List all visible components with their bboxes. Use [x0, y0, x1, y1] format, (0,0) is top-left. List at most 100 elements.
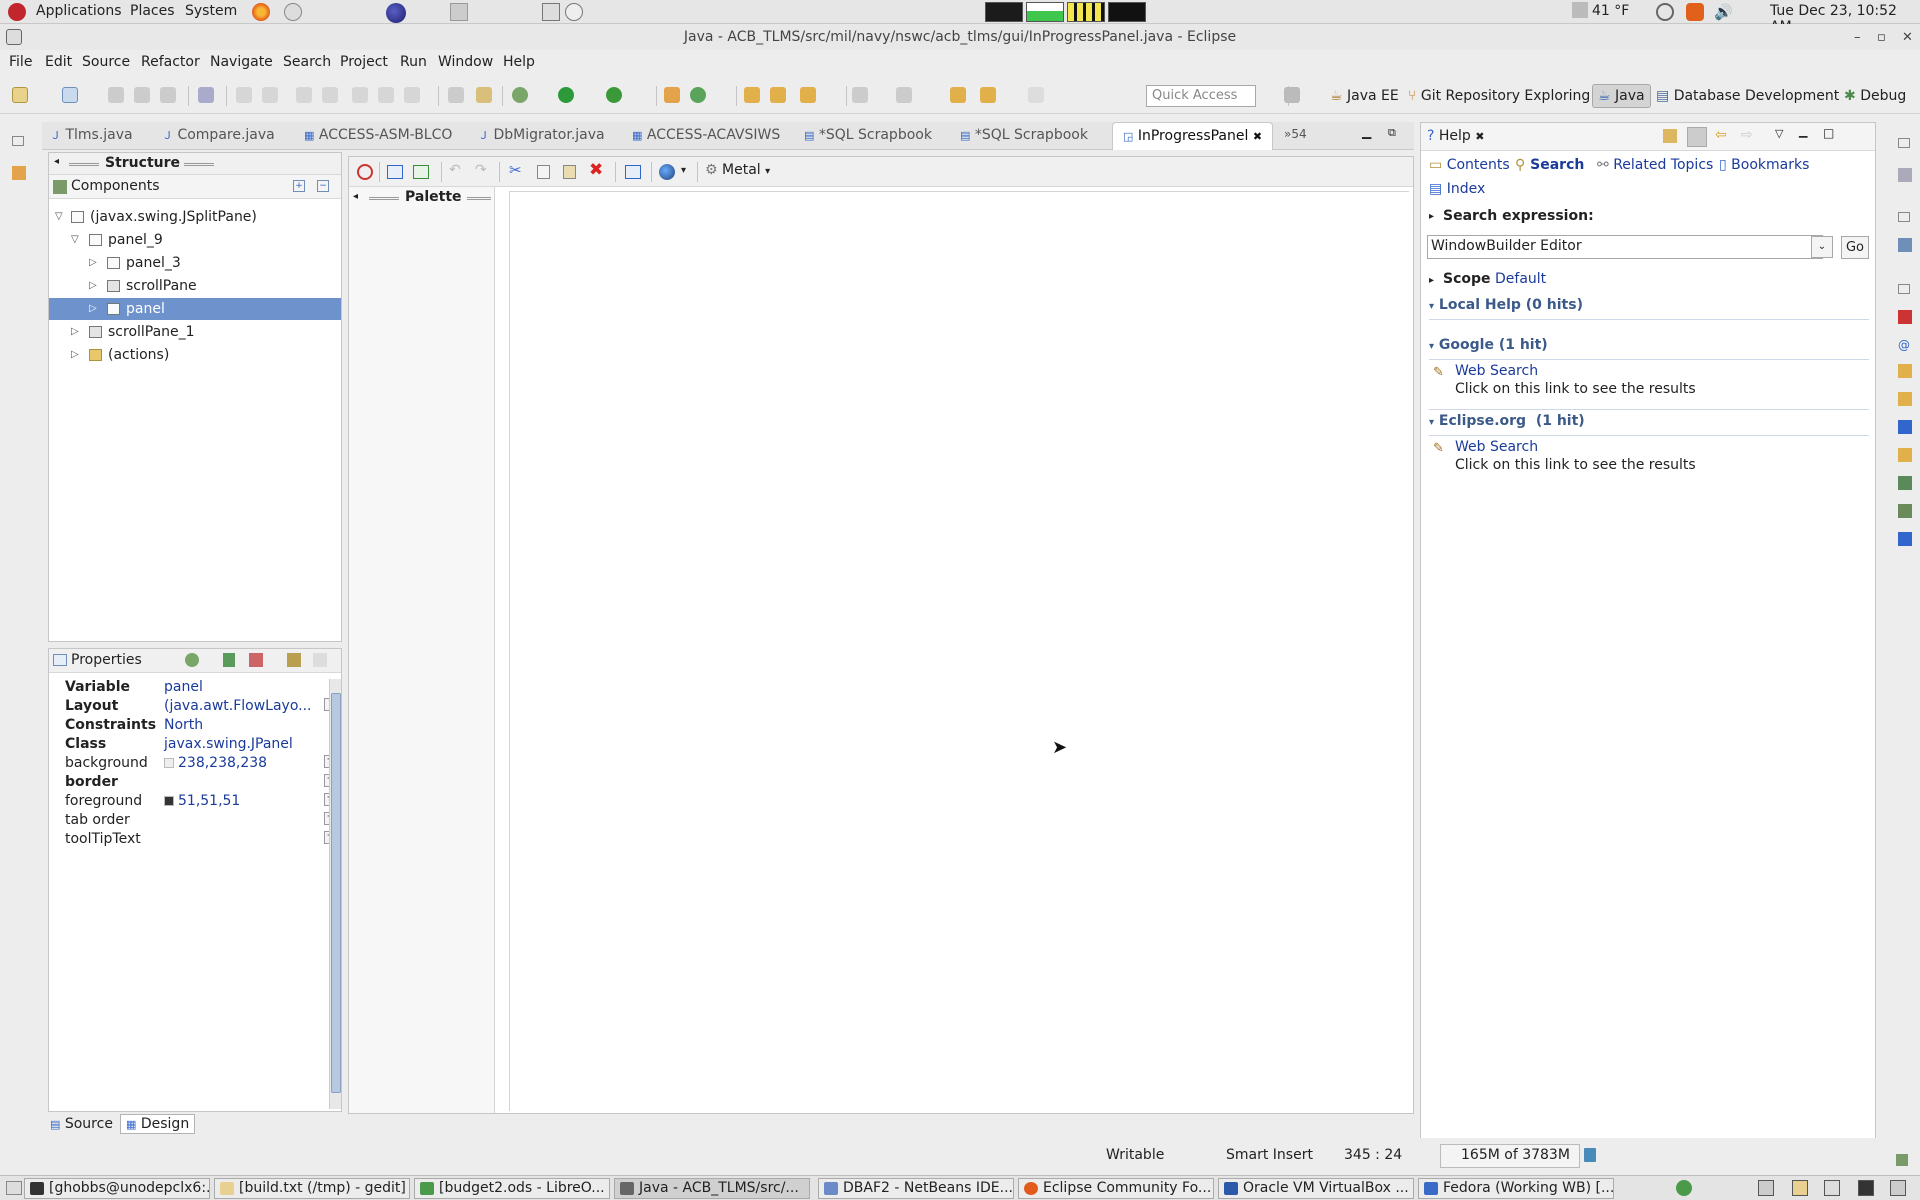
eclipse-launcher-icon[interactable] — [386, 3, 406, 23]
properties-scroll-thumb[interactable] — [331, 693, 341, 1093]
help-tab[interactable]: ? Help ✖ — [1427, 128, 1484, 144]
workspace-1[interactable] — [985, 2, 1023, 22]
task-terminal[interactable]: [ghobbs@unodepclx6:... — [24, 1178, 210, 1199]
menu-refactor[interactable]: Refactor — [141, 54, 200, 70]
applications-menu[interactable]: Applications — [36, 3, 122, 19]
eclipse-web-search-link[interactable]: Web Search — [1455, 439, 1538, 455]
tray-icon-3[interactable] — [1824, 1180, 1840, 1196]
perspective-debug[interactable]: ✱ Debug — [1844, 88, 1906, 104]
scope-default-link[interactable]: Default — [1495, 271, 1546, 287]
google-web-search-link[interactable]: Web Search — [1455, 363, 1538, 379]
cut-icon[interactable]: ✂ — [509, 161, 522, 179]
places-menu[interactable]: Places — [130, 3, 175, 19]
restore-icon[interactable] — [12, 136, 24, 146]
tab-access-acavsiws[interactable]: ▦ ACCESS-ACAVSIWS — [632, 127, 780, 143]
next-annotation-icon[interactable] — [852, 87, 868, 103]
tab-dbmigrator-java[interactable]: Ｊ DbMigrator.java — [478, 127, 605, 143]
collapse-all-icon[interactable]: − — [317, 180, 329, 192]
tab-order-icon[interactable] — [625, 165, 641, 179]
tray-icon-5[interactable] — [1890, 1180, 1906, 1196]
garbage-collect-icon[interactable] — [1584, 1148, 1596, 1162]
task-virtualbox[interactable]: Oracle VM VirtualBox ... — [1218, 1178, 1414, 1199]
property-constraints[interactable]: Constraints North — [65, 717, 335, 736]
tree-item-panel-9[interactable]: ▽ panel_9 — [49, 229, 341, 251]
menu-file[interactable]: File — [9, 54, 32, 70]
tray-icon-4[interactable] — [1858, 1180, 1874, 1196]
save-icon[interactable] — [108, 87, 124, 103]
menu-help[interactable]: Help — [503, 54, 535, 70]
minimize-help-icon[interactable]: ▁ — [1799, 125, 1807, 138]
task-libreoffice[interactable]: [budget2.ods - LibreO... — [414, 1178, 610, 1199]
search-history-dropdown[interactable]: ⌄ — [1811, 236, 1833, 258]
declaration-icon[interactable] — [1898, 364, 1912, 378]
screenshot-icon[interactable] — [542, 3, 560, 21]
property-background[interactable]: background238,238,238··· — [65, 755, 338, 774]
tab-sql-scrapbook-2[interactable]: ▤ *SQL Scrapbook — [960, 127, 1088, 143]
minimize-window-icon[interactable]: – — [1854, 30, 1861, 45]
mail-icon[interactable] — [284, 3, 302, 21]
design-surface[interactable] — [509, 191, 1409, 1111]
workspace-2[interactable] — [1026, 2, 1064, 22]
suspend-icon[interactable] — [262, 87, 278, 103]
eclipse-org-section[interactable]: ▾ Eclipse.org (1 hit) — [1429, 413, 1869, 429]
run-icon[interactable] — [558, 87, 574, 103]
local-help-section[interactable]: ▾ Local Help (0 hits) — [1429, 297, 1869, 313]
property-foreground[interactable]: foreground51,51,51··· — [65, 793, 338, 812]
forward-icon[interactable] — [1028, 87, 1044, 103]
progress-icon[interactable] — [1898, 476, 1912, 490]
maximize-editor-icon[interactable]: ⧉ — [1388, 126, 1396, 140]
task-eclipse[interactable]: Java - ACB_TLMS/src/... — [614, 1178, 810, 1199]
package-explorer-icon[interactable] — [12, 166, 26, 180]
palette-collapse-icon[interactable]: ◂ — [353, 191, 358, 202]
paste-icon[interactable] — [563, 165, 576, 179]
convert-local-icon[interactable] — [249, 653, 263, 667]
perspective-java-ee[interactable]: ☕ Java EE — [1330, 88, 1399, 104]
google-section[interactable]: ▾ Google (1 hit) — [1429, 337, 1869, 353]
more-tabs-overflow[interactable]: »54 — [1284, 127, 1307, 141]
print-icon[interactable] — [160, 87, 176, 103]
tree-item-jsplitpane[interactable]: ▽ (javax.swing.JSplitPane) — [49, 206, 341, 228]
property-tab-order[interactable]: tab order··· — [65, 812, 338, 831]
notification-icon[interactable] — [1896, 1154, 1908, 1166]
step-into-icon[interactable] — [352, 87, 368, 103]
task-gedit[interactable]: [build.txt (/tmp) - gedit] — [214, 1178, 410, 1199]
perspective-java[interactable]: ☕ Java — [1592, 84, 1651, 108]
hierarchy-icon[interactable] — [1898, 238, 1912, 252]
help-view-menu-icon[interactable]: ▽ — [1775, 127, 1783, 140]
externalize-strings-icon[interactable] — [659, 164, 675, 180]
menu-navigate[interactable]: Navigate — [210, 54, 273, 70]
tab-design[interactable]: ▦ Design — [120, 1114, 196, 1134]
redo-icon[interactable]: ↷ — [475, 162, 487, 178]
minimize-editor-icon[interactable]: ▁ — [1362, 125, 1371, 139]
restore-right-1-icon[interactable] — [1898, 138, 1910, 148]
tab-sql-scrapbook-1[interactable]: ▤ *SQL Scrapbook — [804, 127, 932, 143]
console-icon[interactable] — [1898, 420, 1912, 434]
properties-scrollbar[interactable] — [329, 679, 341, 1109]
menu-search[interactable]: Search — [283, 54, 331, 70]
restore-right-2-icon[interactable] — [1898, 212, 1910, 222]
expand-all-icon[interactable]: + — [293, 180, 305, 192]
servers-icon[interactable] — [1898, 504, 1912, 518]
power-icon[interactable] — [1656, 3, 1674, 21]
back-icon[interactable] — [980, 87, 996, 103]
last-edit-icon[interactable] — [950, 87, 966, 103]
show-advanced-icon[interactable] — [287, 653, 301, 667]
open-task-icon[interactable] — [770, 87, 786, 103]
toggle-mark-icon[interactable] — [448, 87, 464, 103]
close-window-icon[interactable]: ✕ — [1902, 30, 1913, 45]
help-nav-index[interactable]: ▤ Index — [1429, 181, 1485, 197]
search-view-icon[interactable] — [1898, 448, 1912, 462]
step-return-icon[interactable] — [404, 87, 420, 103]
workspace-3[interactable] — [1067, 2, 1105, 22]
open-perspective-icon[interactable] — [1284, 87, 1300, 103]
tab-inprogresspanel[interactable]: ◲ InProgressPanel ✖ — [1112, 122, 1274, 150]
open-type-icon[interactable] — [744, 87, 760, 103]
go-button[interactable]: Go — [1841, 236, 1869, 259]
tasks-icon[interactable] — [1898, 392, 1912, 406]
new-java-class-icon[interactable] — [690, 87, 706, 103]
tree-item-panel[interactable]: ▷ panel — [49, 298, 341, 320]
maximize-window-icon[interactable]: ▫ — [1877, 30, 1886, 45]
highlight-toggle-icon[interactable] — [1687, 127, 1707, 147]
menu-project[interactable]: Project — [340, 54, 388, 70]
refresh-icon[interactable] — [413, 165, 429, 179]
